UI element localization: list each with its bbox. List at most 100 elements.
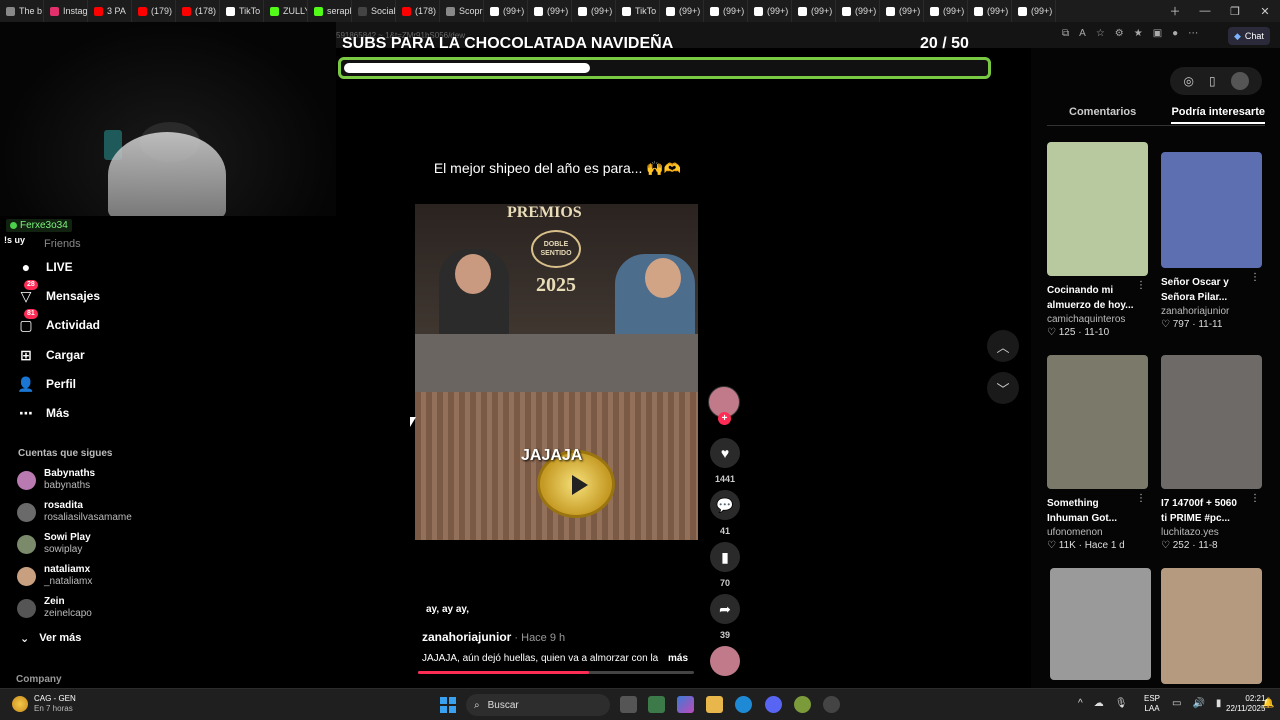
battery-icon[interactable]: ▮ [1216,698,1222,709]
chevron-up-icon[interactable]: ^ [1078,698,1083,709]
suggested-video-card[interactable]: ⋮ I7 14700f + 5060 ti PRIME #pc... luchitaz… [1161,355,1262,551]
sidebar-item-perfil[interactable]: 👤 Perfil [16,373,76,395]
minimize-icon[interactable]: — [1190,5,1220,17]
card-menu-icon[interactable]: ⋮ [1250,272,1260,283]
browser-tab[interactable]: (99+) [528,0,572,22]
video-author[interactable]: zanahoriajunior · Hace 9 h [422,630,565,644]
following-item[interactable]: Zein zeinelcapo [17,596,92,620]
new-tab-icon[interactable]: ＋ [1160,3,1190,19]
favorites-icon[interactable]: ★ [1134,28,1143,39]
weather-widget[interactable]: CAG - GEN En 7 horas [12,694,76,714]
browser-tab[interactable]: TikTo [220,0,264,22]
favorite-star-icon[interactable]: ☆ [1096,28,1105,39]
menu-icon[interactable]: ⋯ [1188,28,1198,39]
start-button[interactable] [440,697,456,713]
video-thumbnail[interactable] [1161,355,1262,489]
target-icon[interactable]: ◎ [1183,74,1193,88]
company-link[interactable]: Company [16,674,62,685]
browser-tab[interactable]: (99+) [968,0,1012,22]
browser-tab[interactable]: (99+) [704,0,748,22]
browser-tab[interactable]: Scopr [440,0,484,22]
copilot-chat-button[interactable]: ◆ Chat [1228,27,1270,45]
browser-tab[interactable]: (99+) [924,0,968,22]
notification-bell-icon[interactable]: 🔔 [1262,698,1274,709]
comment-button[interactable]: 💬 [710,490,740,520]
user-avatar[interactable] [1230,72,1249,90]
browser-tab[interactable]: Instag [44,0,88,22]
profile-icon[interactable]: ● [1172,28,1178,39]
microphone-icon[interactable]: 🎙 [1115,698,1128,709]
file-explorer-icon[interactable] [706,696,723,713]
task-view-icon[interactable] [620,696,637,713]
browser-tab[interactable]: (99+) [572,0,616,22]
suggested-video-card[interactable]: ⋮ Señor Oscar y Señora Pilar... zanahoriaju… [1161,152,1262,330]
open-tab-icon[interactable]: ⧉ [1062,28,1069,39]
read-aloud-icon[interactable]: A [1079,28,1086,39]
browser-tab[interactable]: (99+) [836,0,880,22]
video-thumbnail[interactable] [1050,568,1151,680]
sidebar-item-actividad[interactable]: ▢ 81 Actividad [16,309,100,336]
tab-comments[interactable]: Comentarios [1047,106,1136,124]
copilot-app-icon[interactable] [677,696,694,713]
volume-icon[interactable]: 🔊 [1192,698,1204,709]
video-thumbnail[interactable] [1161,568,1262,684]
browser-tab[interactable]: 3 PA [88,0,132,22]
collections-icon[interactable]: ▣ [1153,28,1162,39]
browser-tab[interactable]: (178) [176,0,220,22]
video-thumbnail[interactable] [1047,355,1148,489]
card-user[interactable]: camichaquinteros [1047,314,1148,325]
sidebar-friends[interactable]: Friends [44,238,81,250]
card-menu-icon[interactable]: ⋮ [1136,493,1146,504]
app-icon[interactable] [794,696,811,713]
next-video-button[interactable]: ﹀ [987,372,1019,404]
card-user[interactable]: luchitazo.yes [1161,527,1262,538]
following-item[interactable]: Babynaths babynaths [17,468,95,492]
sidebar-item-live[interactable]: ● LIVE [16,256,73,278]
browser-tab[interactable]: Social [352,0,396,22]
phone-icon[interactable]: ▯ [1209,74,1216,88]
onedrive-icon[interactable]: ☁ [1094,698,1104,709]
close-icon[interactable]: ✕ [1250,5,1280,18]
maximize-icon[interactable]: ❐ [1220,5,1250,18]
see-more-button[interactable]: ⌄ Ver más [20,632,81,645]
browser-tab[interactable]: (179) [132,0,176,22]
card-menu-icon[interactable]: ⋮ [1250,493,1260,504]
edge-icon[interactable] [735,696,752,713]
taskbar-search[interactable]: ⌕ Buscar [466,694,610,716]
suggested-video-card[interactable] [1161,568,1262,684]
language-indicator[interactable]: ESP LAA [1144,694,1160,714]
more-link[interactable]: más [668,653,688,664]
browser-tab[interactable]: (99+) [484,0,528,22]
clock[interactable]: 02:21 22/11/2025 [1226,694,1265,714]
store-icon[interactable] [648,696,665,713]
suggested-video-card[interactable] [1050,568,1151,680]
browser-tab[interactable]: (99+) [792,0,836,22]
browser-tab[interactable]: (99+) [1012,0,1056,22]
browser-tab[interactable]: (99+) [880,0,924,22]
sidebar-item-mensajes[interactable]: ▽ 28 Mensajes [16,280,100,307]
video-progress-bar[interactable] [418,671,694,674]
card-menu-icon[interactable]: ⋮ [1136,280,1146,291]
tab-suggested[interactable]: Podría interesarte [1171,106,1265,124]
browser-tab[interactable]: serapl [308,0,352,22]
follow-plus-icon[interactable]: + [718,412,731,425]
card-user[interactable]: ufonomenon [1047,527,1148,538]
browser-tab[interactable]: TikTo [616,0,660,22]
browser-tab[interactable]: (99+) [660,0,704,22]
like-button[interactable]: ♥ [710,438,740,468]
video-thumbnail[interactable] [1047,142,1148,276]
author-name[interactable]: zanahoriajunior [422,630,511,644]
suggested-video-card[interactable]: ⋮ Something Inhuman Got... ufonomenon ♡ 11K … [1047,355,1148,551]
sidebar-item-más[interactable]: ⋯ Más [16,402,69,424]
previous-video-button[interactable]: ︿ [987,330,1019,362]
following-item[interactable]: nataliamx _nataliamx [17,564,92,588]
following-item[interactable]: Sowi Play sowiplay [17,532,91,556]
music-avatar[interactable] [710,646,740,676]
network-icon[interactable]: ▭ [1172,698,1181,709]
save-button[interactable]: ▮ [710,542,740,572]
browser-tab[interactable]: (99+) [748,0,792,22]
following-item[interactable]: rosadita rosaliasilvasamame [17,500,132,524]
obs-icon[interactable] [823,696,840,713]
browser-tab[interactable]: ZULLY [264,0,308,22]
browser-tab[interactable]: (178) [396,0,440,22]
